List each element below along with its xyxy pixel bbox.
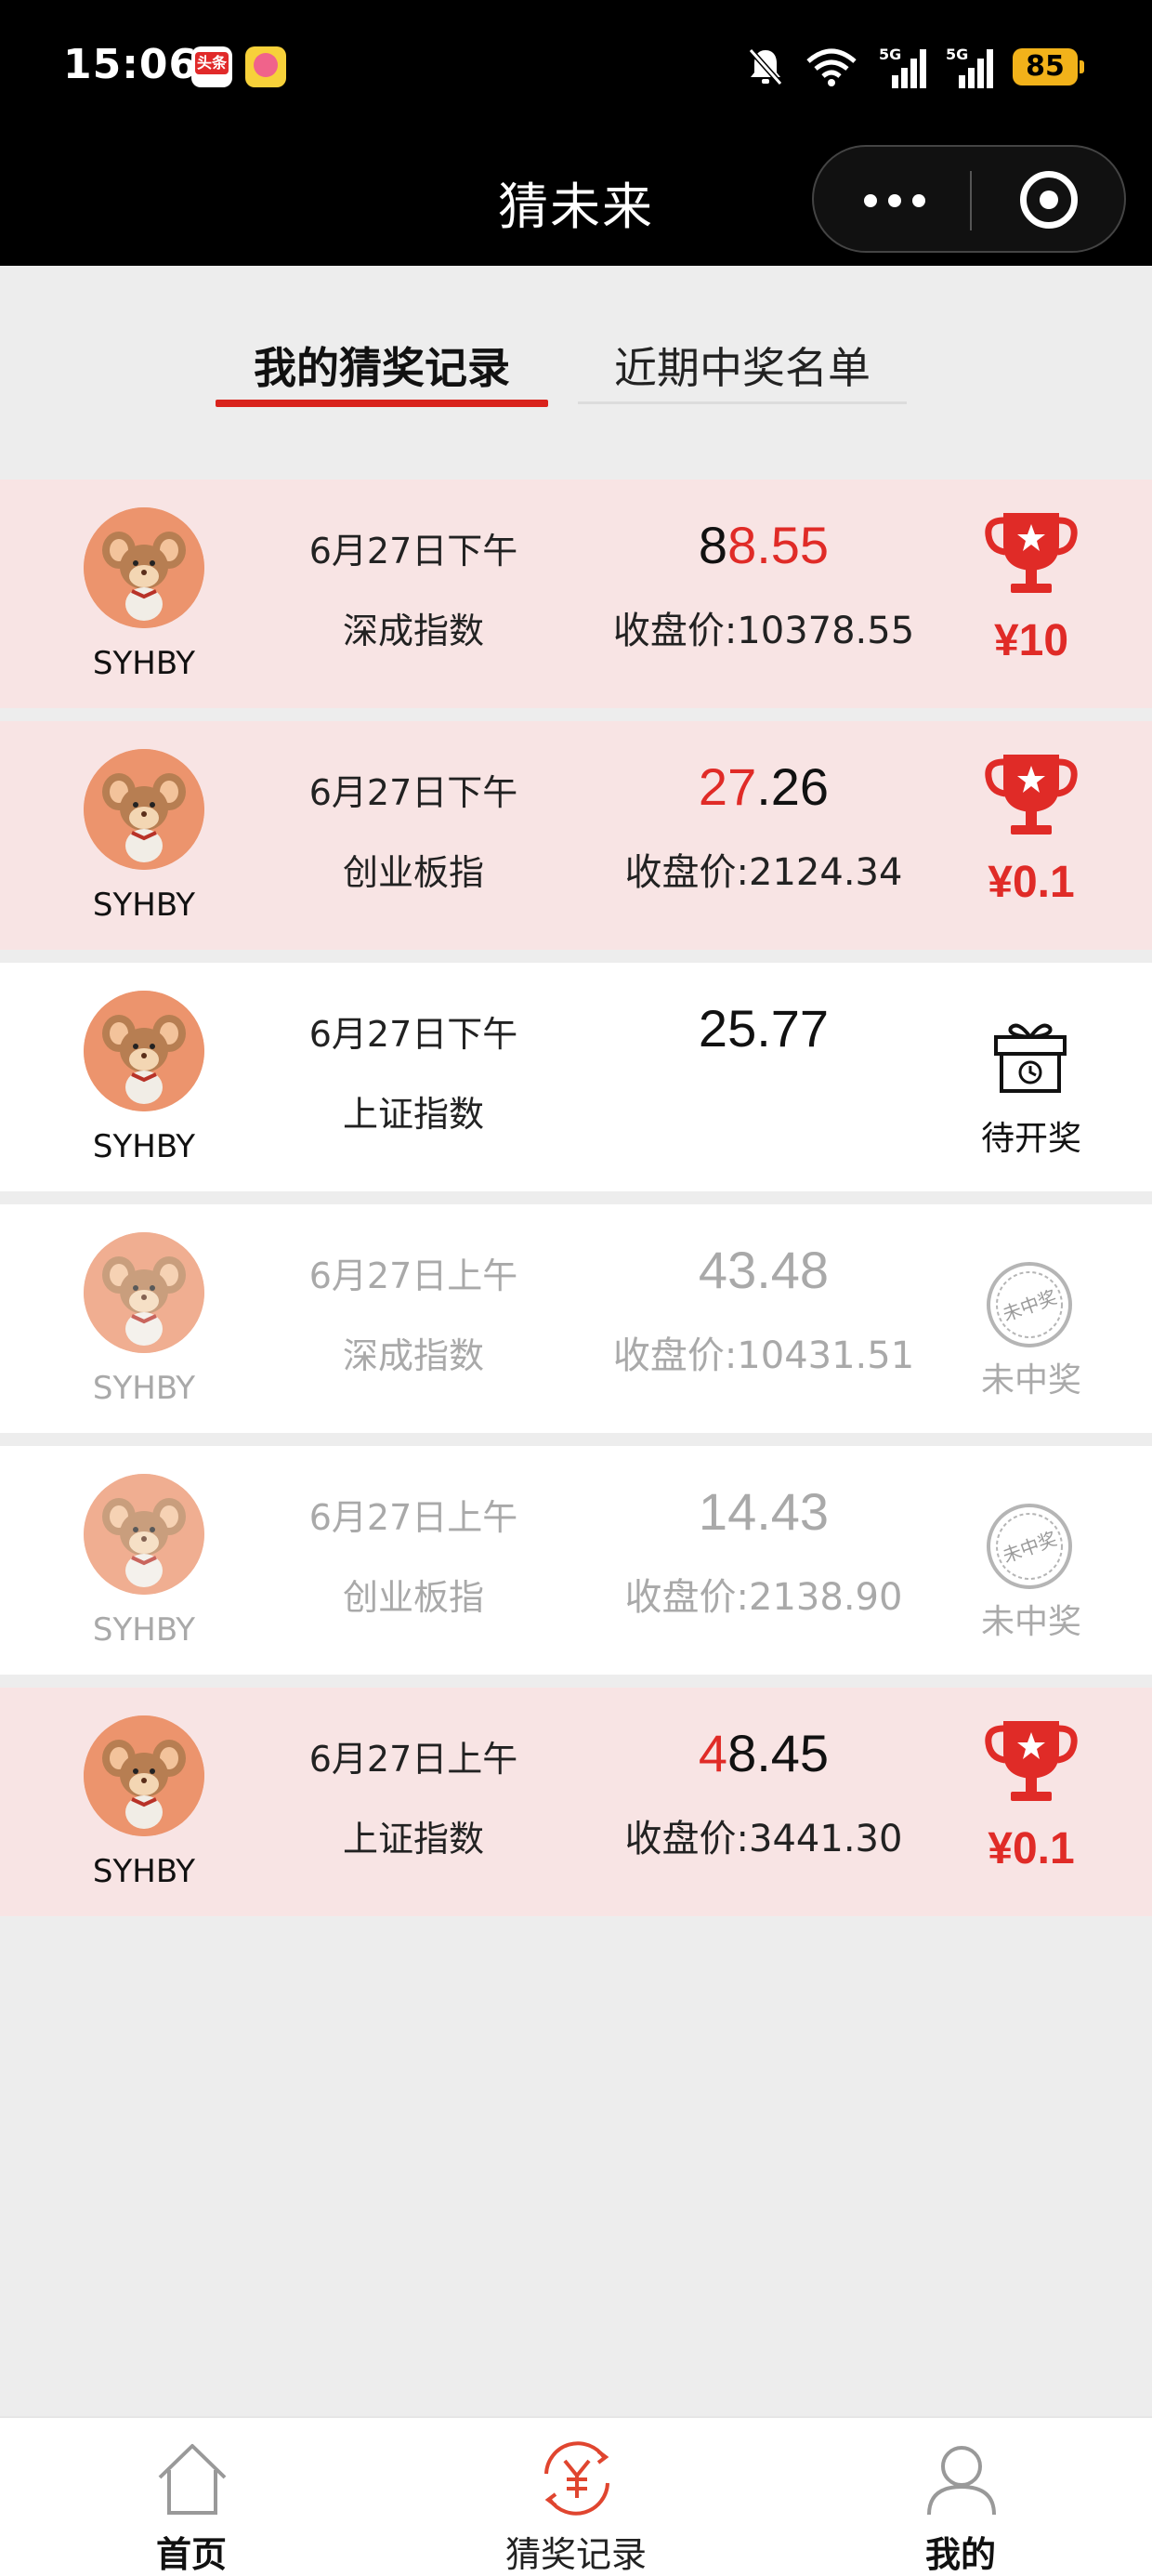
avatar [84,1715,204,1836]
close-price: 收盘价:2124.34 [624,851,903,894]
guess-value: 88.55 [576,515,951,575]
username: SYHBY [92,887,196,924]
mini-program-capsule [812,145,1126,253]
index-name: 上证指数 [342,1819,484,1860]
status-bar: 15:06 头条 5G 5G 85 [0,0,1152,139]
tab-recent-winners[interactable]: 近期中奖名单 [578,335,907,404]
pending-status: 待开奖 [980,1120,1081,1158]
more-dots-icon[interactable] [860,186,935,214]
result-badge: 未中奖 未中奖 [957,1474,1106,1641]
guess-value: 27.26 [576,756,951,817]
avatar [84,991,204,1111]
mute-bell-icon [748,48,783,85]
prize-amount: ¥0.1 [988,1824,1075,1873]
bottom-tab-bar: 首页 猜奖记录 我的 [0,2416,1152,2576]
close-price: 收盘价:2138.90 [624,1576,903,1619]
network-type-2: 5G [946,46,969,63]
records-list: SYHBY 6月27日下午 深成指数 88.55 收盘价:10378.55 ¥1… [0,480,1152,1929]
avatar [84,749,204,870]
status-time: 15:06 [63,41,199,88]
result-badge: ¥0.1 [957,1715,1106,1883]
guess-prefix: 8 [698,516,728,574]
toutiao-app-icon: 头条 [191,46,232,87]
guess-prefix: 14.43 [698,1482,830,1541]
wifi-icon [806,48,857,86]
username: SYHBY [92,1370,196,1407]
svg-text:未中奖: 未中奖 [1000,1285,1060,1325]
result-badge: 未中奖 未中奖 [957,1232,1106,1400]
close-price: 收盘价:10431.51 [612,1334,915,1377]
draw-date: 6月27日上午 [308,1255,518,1296]
draw-date: 6月27日上午 [308,1497,518,1538]
guess-prefix: 25.77 [698,999,830,1058]
guess-prefix: 43.48 [698,1241,830,1299]
guess-value: 43.48 [576,1240,951,1300]
trophy-icon [981,749,1081,846]
not-won-status: 未中奖 [980,1603,1081,1641]
signal-5g-2-icon: 5G [946,46,993,88]
guess-value: 14.43 [576,1481,951,1542]
avatar [84,1232,204,1353]
not-won-status: 未中奖 [980,1361,1081,1400]
guess-highlight: 4 [698,1724,728,1782]
prize-amount: ¥0.1 [988,858,1075,907]
avatar [84,1474,204,1595]
yuan-cycle-icon [544,2441,609,2516]
index-name: 创业板指 [342,852,484,893]
close-price: 收盘价:3441.30 [624,1818,903,1860]
draw-date: 6月27日下午 [308,1014,518,1055]
index-name: 深成指数 [342,1335,484,1376]
toutiao-app-label: 头条 [195,52,229,74]
guess-highlight: 27 [698,757,757,816]
username: SYHBY [92,1853,196,1890]
nav-home-label: 首页 [155,2534,227,2575]
username: SYHBY [92,1128,196,1165]
app-header: 猜未来 [0,139,1152,266]
tab-my-records[interactable]: 我的猜奖记录 [216,335,548,407]
guess-suffix: .26 [756,757,830,816]
draw-date: 6月27日上午 [308,1739,518,1780]
network-type-1: 5G [879,46,902,63]
gift-clock-icon [990,1020,1070,1098]
index-name: 创业板指 [342,1577,484,1618]
guess-highlight: 8.55 [727,516,830,574]
record-row[interactable]: SYHBY 6月27日下午 深成指数 88.55 收盘价:10378.55 ¥1… [0,480,1152,708]
svg-text:未中奖: 未中奖 [1000,1527,1060,1567]
nav-mine-label: 我的 [924,2534,996,2575]
record-row[interactable]: SYHBY 6月27日上午 深成指数 43.48 收盘价:10431.51 未中… [0,1204,1152,1433]
nav-records-label: 猜奖记录 [504,2534,647,2575]
flower-app-icon [245,46,286,87]
guess-value: 25.77 [576,998,951,1058]
record-row[interactable]: SYHBY 6月27日下午 创业板指 27.26 收盘价:2124.34 ¥0.… [0,721,1152,950]
user-icon [927,2446,996,2516]
draw-date: 6月27日下午 [308,531,518,572]
prize-amount: ¥10 [993,616,1069,665]
username: SYHBY [92,645,196,682]
home-icon [158,2444,227,2515]
result-badge: 待开奖 [957,991,1106,1158]
guess-suffix: 8.45 [727,1724,830,1782]
not-won-stamp-icon: 未中奖 [985,1260,1074,1353]
result-badge: ¥10 [957,507,1106,675]
record-row[interactable]: SYHBY 6月27日下午 上证指数 25.77 待开奖 [0,963,1152,1191]
trophy-icon [981,1715,1081,1812]
username: SYHBY [92,1611,196,1649]
capsule-divider [970,171,972,230]
record-row[interactable]: SYHBY 6月27日上午 创业板指 14.43 收盘价:2138.90 未中奖… [0,1446,1152,1675]
not-won-stamp-icon: 未中奖 [985,1502,1074,1595]
close-price: 收盘价:10378.55 [612,610,915,652]
signal-5g-1-icon: 5G [879,46,926,88]
draw-date: 6月27日下午 [308,772,518,813]
status-right-group: 5G 5G 85 [747,43,1084,91]
avatar [84,507,204,628]
target-close-icon[interactable] [1020,171,1078,229]
result-badge: ¥0.1 [957,749,1106,916]
index-name: 深成指数 [342,611,484,651]
battery-indicator: 85 [1013,48,1084,85]
index-name: 上证指数 [342,1094,484,1135]
record-row[interactable]: SYHBY 6月27日上午 上证指数 48.45 收盘价:3441.30 ¥0.… [0,1688,1152,1916]
trophy-icon [981,507,1081,604]
guess-value: 48.45 [576,1723,951,1783]
